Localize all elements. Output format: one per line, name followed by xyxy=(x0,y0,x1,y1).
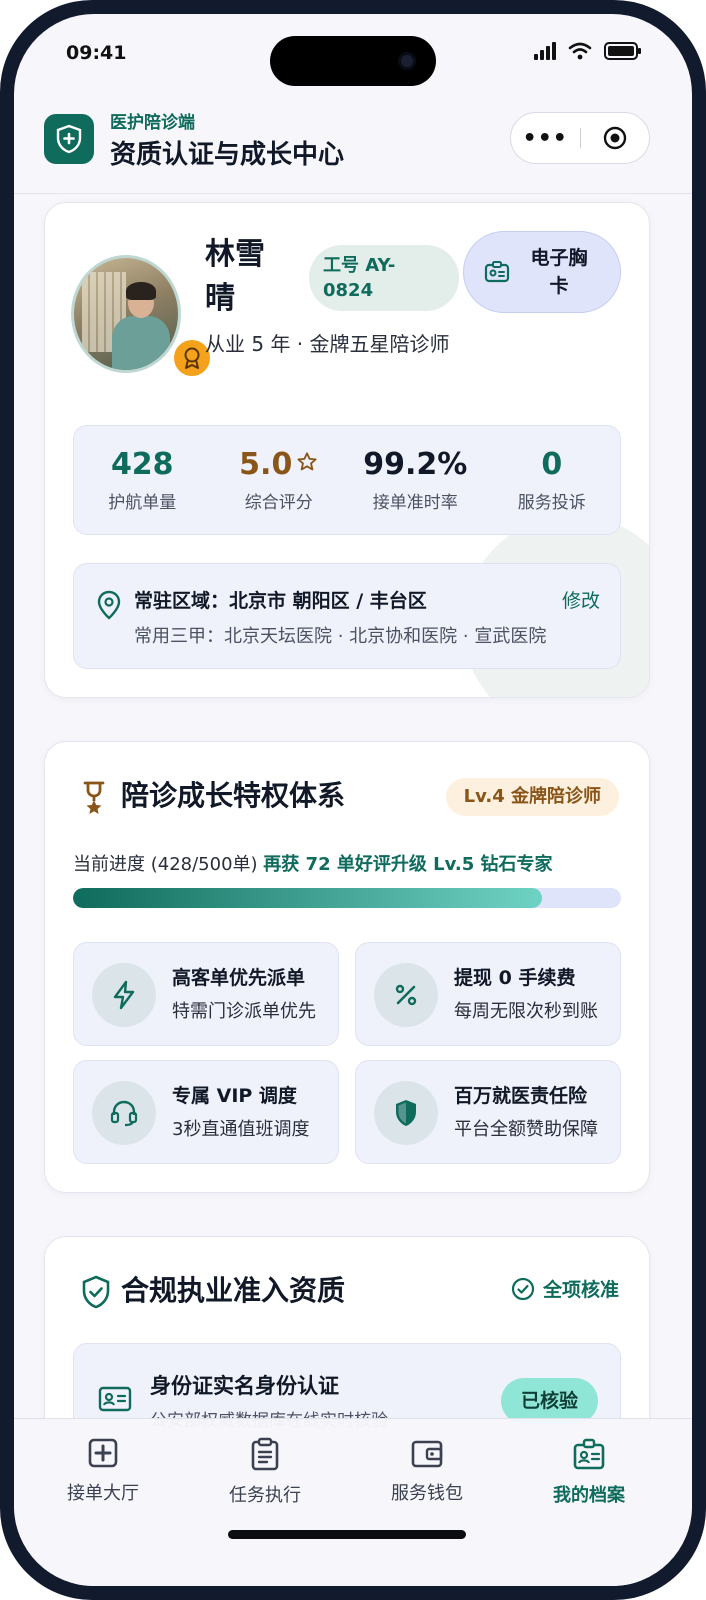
app-header: 医护陪诊端 资质认证与成长中心 ••• xyxy=(14,94,692,194)
progress-label: 当前进度 (428/500单) xyxy=(73,854,258,875)
profile-card: 林雪晴 工号 AY-0824 电子胸卡 从业 5 年 · 金牌五星陪诊师 428… xyxy=(44,202,650,698)
headset-icon xyxy=(92,1081,156,1145)
region-primary: 常驻区域：北京市 朝阳区 / 丰台区 xyxy=(134,590,427,612)
wifi-icon xyxy=(568,42,592,60)
stat-value: 428 xyxy=(110,447,174,482)
growth-card: 陪诊成长特权体系 Lv.4 金牌陪诊师 当前进度 (428/500单) 再获 7… xyxy=(44,741,650,1193)
perk-title: 百万就医责任险 xyxy=(454,1085,588,1107)
compliance-title: 合规执业准入资质 xyxy=(121,1274,346,1307)
status-time: 09:41 xyxy=(66,42,127,64)
home-indicator xyxy=(228,1530,466,1539)
id-badge-icon xyxy=(573,1438,605,1470)
id-card-icon xyxy=(484,261,510,283)
tab-service-wallet[interactable]: 服务钱包 xyxy=(352,1437,502,1505)
stat-value: 99.2% xyxy=(363,447,468,482)
id-card-icon xyxy=(98,1386,132,1412)
phone-frame: 09:41 医护陪诊端 资质认证与成长中心 ••• 林雪晴 工号 AY-0824… xyxy=(0,0,706,1600)
perk-card[interactable]: 专属 VIP 调度 3秒直通值班调度 xyxy=(73,1060,339,1164)
growth-title: 陪诊成长特权体系 xyxy=(121,779,346,812)
bottom-tab-bar: 接单大厅 任务执行 服务钱包 我的档案 xyxy=(14,1418,692,1586)
edit-region-link[interactable]: 修改 xyxy=(562,586,600,613)
certification-title: 身份证实名身份认证 xyxy=(150,1374,339,1398)
approval-status: 全项核准 xyxy=(511,1275,619,1302)
progress-text: 当前进度 (428/500单) 再获 72 单好评升级 Lv.5 钻石专家 xyxy=(73,850,553,876)
progress-fill xyxy=(73,888,543,908)
stat-label: 接单准时率 xyxy=(372,493,458,513)
perk-title: 专属 VIP 调度 xyxy=(172,1085,297,1107)
progress-hint: 再获 72 单好评升级 Lv.5 钻石专家 xyxy=(263,854,553,875)
perk-desc: 每周无限次秒到账 xyxy=(454,1001,598,1022)
service-region-panel: 常驻区域：北京市 朝阳区 / 丰台区 常用三甲：北京天坛医院 · 北京协和医院 … xyxy=(73,563,621,669)
perk-card[interactable]: 百万就医责任险 平台全额赞助保障 xyxy=(355,1060,621,1164)
star-icon xyxy=(297,452,317,471)
stat-label: 护航单量 xyxy=(108,493,177,513)
electronic-badge-label: 电子胸卡 xyxy=(530,247,588,297)
tab-task-execution[interactable]: 任务执行 xyxy=(190,1437,340,1507)
close-target-icon[interactable] xyxy=(581,126,650,150)
region-hospitals: 常用三甲：北京天坛医院 · 北京协和医院 · 宣武医院 xyxy=(134,626,547,647)
battery-icon xyxy=(604,42,641,60)
level-badge: Lv.4 金牌陪诊师 xyxy=(445,778,619,816)
shield-plus-logo-icon xyxy=(44,114,94,164)
stat-value: 0 xyxy=(541,447,563,482)
perk-title: 提现 0 手续费 xyxy=(454,967,576,989)
stat-ontime: 99.2% 接单准时率 xyxy=(347,426,484,534)
electronic-badge-button[interactable]: 电子胸卡 xyxy=(463,231,621,313)
clipboard-icon xyxy=(251,1437,279,1471)
percent-icon xyxy=(374,963,438,1027)
stat-value: 5.0 xyxy=(239,447,293,482)
tab-label: 接单大厅 xyxy=(67,1483,139,1504)
approval-status-label: 全项核准 xyxy=(542,1279,619,1301)
avatar xyxy=(71,255,181,373)
tab-my-profile[interactable]: 我的档案 xyxy=(514,1437,664,1507)
mini-program-capsule: ••• xyxy=(510,112,650,164)
tab-order-hall[interactable]: 接单大厅 xyxy=(28,1437,178,1505)
perk-desc: 平台全额赞助保障 xyxy=(454,1119,598,1140)
plus-square-icon xyxy=(88,1438,118,1468)
signal-icon xyxy=(534,42,556,60)
trophy-icon xyxy=(83,781,105,814)
page-title: 资质认证与成长中心 xyxy=(110,140,345,170)
dynamic-island xyxy=(270,36,436,86)
wallet-icon xyxy=(411,1440,443,1468)
shield-icon xyxy=(374,1081,438,1145)
provider-name: 林雪晴 xyxy=(205,237,265,316)
stat-complaints: 0 服务投诉 xyxy=(484,426,621,534)
perk-card[interactable]: 高客单优先派单 特需门诊派单优先 xyxy=(73,942,339,1046)
stat-rating: 5.0 综合评分 xyxy=(211,426,348,534)
perk-desc: 特需门诊派单优先 xyxy=(172,1001,316,1022)
perk-desc: 3秒直通值班调度 xyxy=(172,1119,310,1140)
stat-orders: 428 护航单量 xyxy=(74,426,211,534)
status-icons xyxy=(534,42,642,60)
camera-icon xyxy=(398,52,416,70)
employee-id-badge: 工号 AY-0824 xyxy=(309,245,459,311)
location-pin-icon xyxy=(97,590,121,620)
stat-label: 综合评分 xyxy=(244,493,313,513)
stats-panel: 428 护航单量 5.0 综合评分 99.2% 接单准时率 0 服务投诉 xyxy=(73,425,621,535)
tab-label: 我的档案 xyxy=(553,1485,625,1506)
shield-check-icon xyxy=(82,1275,110,1309)
perk-card[interactable]: 提现 0 手续费 每周无限次秒到账 xyxy=(355,942,621,1046)
perk-title: 高客单优先派单 xyxy=(172,967,306,989)
progress-bar xyxy=(73,888,621,908)
tab-label: 服务钱包 xyxy=(391,1483,463,1504)
app-name: 医护陪诊端 xyxy=(110,113,195,133)
more-icon[interactable]: ••• xyxy=(511,126,580,151)
check-circle-icon xyxy=(511,1277,535,1300)
stat-label: 服务投诉 xyxy=(517,493,586,513)
screen: 09:41 医护陪诊端 资质认证与成长中心 ••• 林雪晴 工号 AY-0824… xyxy=(14,14,692,1586)
tab-label: 任务执行 xyxy=(229,1485,301,1506)
experience-title: 从业 5 年 · 金牌五星陪诊师 xyxy=(205,332,450,356)
lightning-icon xyxy=(92,963,156,1027)
